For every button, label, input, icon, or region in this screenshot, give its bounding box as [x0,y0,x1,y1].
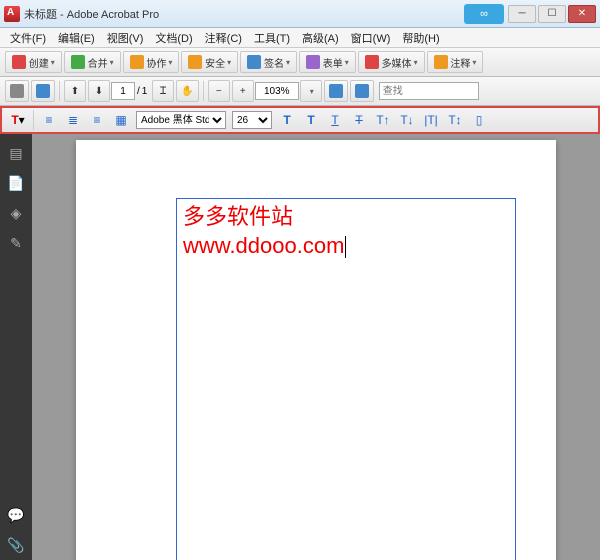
printer-icon [10,84,24,98]
collaborate-icon [130,55,144,69]
app-name: Adobe Acrobat Pro [67,9,159,21]
comment-button[interactable]: 注释▾ [427,51,484,73]
maximize-button[interactable]: ☐ [538,5,566,23]
separator [59,81,60,101]
navigation-panel: ▤ 📄 ◈ ✎ 💬 📎 [0,134,32,560]
align-justify-button[interactable]: ▦ [110,110,132,130]
cursor-icon: Ꮖ [160,86,167,97]
minimize-button[interactable]: ─ [508,5,536,23]
font-size-select[interactable]: 26 [232,111,272,129]
text-line-2[interactable]: www.ddooo.com [183,232,346,261]
page-down-button[interactable]: ⬇ [88,80,110,102]
text-line-1[interactable]: 多多软件站 [183,203,509,232]
menu-bar: 文件(F) 编辑(E) 视图(V) 文档(D) 注释(C) 工具(T) 高级(A… [0,28,600,48]
menu-edit[interactable]: 编辑(E) [52,28,101,47]
zoom-out-button[interactable]: − [208,80,230,102]
pdf-page: 多多软件站 www.ddooo.com [76,140,556,560]
clear-format-button[interactable]: ▯ [468,110,490,130]
superscript-button[interactable]: T↑ [372,110,394,130]
hand-icon: ✋ [181,86,193,97]
menu-help[interactable]: 帮助(H) [396,28,445,47]
title-bar: 未标题 - Adobe Acrobat Pro ∞ ─ ☐ ✕ [0,0,600,28]
vertical-text-button[interactable]: T [300,110,322,130]
fit-page-icon [355,84,369,98]
doc-title: 未标题 [24,9,57,21]
text-color-button[interactable]: T▾ [7,110,29,130]
fit-width-icon [329,84,343,98]
menu-tools[interactable]: 工具(T) [248,28,296,47]
forms-button[interactable]: 表单▾ [299,51,356,73]
multimedia-button[interactable]: 多媒体▾ [358,51,425,73]
secure-button[interactable]: 安全▾ [181,51,238,73]
zoom-in-button[interactable]: + [232,80,254,102]
pages-panel-icon[interactable]: ▤ [4,141,28,165]
navigation-toolbar: ⬆ ⬇ / 1 Ꮖ ✋ − + ▾ [0,77,600,106]
page-number-input[interactable] [111,82,135,100]
attachments-panel-icon[interactable]: 📎 [4,533,28,557]
merge-button[interactable]: 合并▾ [64,51,121,73]
comments-panel-icon[interactable]: 💬 [4,503,28,527]
text-style-button[interactable]: |T| [420,110,442,130]
page-up-button[interactable]: ⬆ [64,80,86,102]
align-center-button[interactable]: ≣ [62,110,84,130]
lock-icon [188,55,202,69]
zoom-dropdown[interactable]: ▾ [300,80,322,102]
menu-advanced[interactable]: 高级(A) [296,28,345,47]
separator [203,81,204,101]
separator [33,110,34,130]
align-left-button[interactable]: ≡ [38,110,60,130]
text-cursor [345,236,346,258]
window-title: 未标题 - Adobe Acrobat Pro [24,6,464,22]
fit-page-button[interactable] [350,80,374,102]
workspace: ▤ 📄 ◈ ✎ 💬 📎 多多软件站 www.ddooo.com [0,134,600,560]
page-separator: / [137,86,140,97]
underline-button[interactable]: T [324,110,346,130]
close-button[interactable]: ✕ [568,5,596,23]
envelope-icon [36,84,50,98]
find-input[interactable] [379,82,479,100]
strikethrough-button[interactable]: T [348,110,370,130]
font-family-select[interactable]: Adobe 黑体 Std R [136,111,226,129]
hand-tool-button[interactable]: ✋ [176,80,198,102]
page-total: 1 [142,86,148,97]
sign-button[interactable]: 签名▾ [240,51,297,73]
horizontal-text-button[interactable]: T [276,110,298,130]
text-transform-button[interactable]: T↕ [444,110,466,130]
select-tool-button[interactable]: Ꮖ [152,80,174,102]
main-toolbar: 创建▾ 合并▾ 协作▾ 安全▾ 签名▾ 表单▾ 多媒体▾ 注释▾ [0,48,600,77]
text-color-icon: T [11,113,18,127]
multimedia-icon [365,55,379,69]
zoom-input[interactable] [255,82,299,100]
document-canvas[interactable]: 多多软件站 www.ddooo.com [32,134,600,560]
subscript-button[interactable]: T↓ [396,110,418,130]
menu-comments[interactable]: 注释(C) [199,28,248,47]
email-button[interactable] [31,80,55,102]
bookmarks-panel-icon[interactable]: 📄 [4,171,28,195]
align-right-button[interactable]: ≡ [86,110,108,130]
create-icon [12,55,26,69]
create-button[interactable]: 创建▾ [5,51,62,73]
menu-document[interactable]: 文档(D) [149,28,198,47]
cloud-sync-icon[interactable]: ∞ [464,4,504,24]
layers-panel-icon[interactable]: ◈ [4,201,28,225]
text-edit-frame[interactable]: 多多软件站 www.ddooo.com [176,198,516,560]
comment-icon [434,55,448,69]
signatures-panel-icon[interactable]: ✎ [4,231,28,255]
forms-icon [306,55,320,69]
collaborate-button[interactable]: 协作▾ [123,51,180,73]
acrobat-app-icon [4,6,20,22]
fit-width-button[interactable] [324,80,348,102]
print-button[interactable] [5,80,29,102]
menu-window[interactable]: 窗口(W) [345,28,397,47]
menu-view[interactable]: 视图(V) [101,28,150,47]
menu-file[interactable]: 文件(F) [4,28,52,47]
sign-icon [247,55,261,69]
text-format-toolbar: T▾ ≡ ≣ ≡ ▦ Adobe 黑体 Std R 26 T T T T T↑ … [0,106,600,134]
merge-icon [71,55,85,69]
